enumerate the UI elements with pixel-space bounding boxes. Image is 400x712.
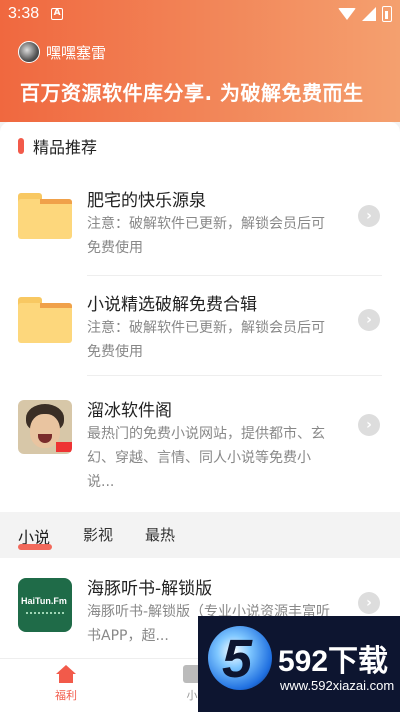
item-description: 注意：破解软件已更新，解锁会员后可免费使用	[87, 216, 325, 256]
featured-card: 精品推荐 肥宅的快乐源泉 注意：破解软件已更新，解锁会员后可免费使用 › 小说精…	[0, 122, 400, 512]
wifi-icon	[338, 8, 356, 20]
list-item[interactable]: 小说精选破解免费合辑 注意：破解软件已更新，解锁会员后可免费使用 ›	[0, 276, 400, 376]
section-bar	[18, 138, 24, 154]
list-item[interactable]: 肥宅的快乐源泉 注意：破解软件已更新，解锁会员后可免费使用 ›	[0, 172, 400, 276]
battery-icon	[382, 6, 392, 22]
watermark-url: www.592xiazai.com	[280, 678, 395, 693]
watermark-brand: 592下载	[278, 645, 389, 678]
haitun-app-icon: HaiTun.Fm	[18, 578, 72, 632]
section-title: 精品推荐	[18, 134, 97, 158]
item-title: 溜冰软件阁	[87, 401, 172, 421]
watermark-overlay: 5 592下载 www.592xiazai.com	[198, 616, 400, 712]
section-title-text: 精品推荐	[33, 138, 98, 157]
chevron-right-icon[interactable]: ›	[358, 414, 380, 436]
chevron-right-icon[interactable]: ›	[358, 309, 380, 331]
tab-hot[interactable]: 最热	[145, 524, 175, 545]
list-item[interactable]: 溜冰软件阁 最热门的免费小说网站，提供都市、玄幻、穿越、言情、同人小说等免费小说…	[0, 376, 400, 512]
notification-icon: A	[51, 8, 64, 20]
chevron-right-icon[interactable]: ›	[358, 592, 380, 614]
signal-icon	[362, 7, 376, 21]
folder-icon	[18, 297, 72, 343]
watermark-logo-digit: 5	[222, 629, 253, 689]
category-tabs: 小说 影视 最热	[0, 512, 400, 558]
username: 嘿嘿塞雷	[46, 43, 107, 62]
folder-icon	[18, 193, 72, 239]
status-time: 3:38	[8, 5, 40, 22]
nav-label: 福利	[55, 689, 77, 702]
item-title: 肥宅的快乐源泉	[87, 191, 206, 211]
item-title: 小说精选破解免费合辑	[87, 295, 257, 315]
status-bar: 3:38 A	[0, 0, 400, 28]
app-avatar-photo	[18, 400, 72, 454]
chevron-right-icon[interactable]: ›	[358, 205, 380, 227]
item-description: 最热门的免费小说网站，提供都市、玄幻、穿越、言情、同人小说等免费小说...	[87, 426, 325, 490]
home-icon	[56, 665, 76, 683]
header-slogan: 百万资源软件库分享. 为破解免费而生	[20, 81, 364, 105]
tab-active-indicator	[18, 544, 52, 550]
avatar[interactable]	[18, 41, 40, 63]
app-header: 3:38 A 嘿嘿塞雷 百万资源软件库分享. 为破解免费而生	[0, 0, 400, 122]
item-title: 海豚听书-解锁版	[87, 579, 213, 599]
tab-video[interactable]: 影视	[83, 524, 113, 545]
nav-item-welfare[interactable]: 福利	[36, 665, 96, 703]
user-row[interactable]: 嘿嘿塞雷	[18, 41, 106, 63]
item-description: 注意：破解软件已更新，解锁会员后可免费使用	[87, 320, 325, 360]
